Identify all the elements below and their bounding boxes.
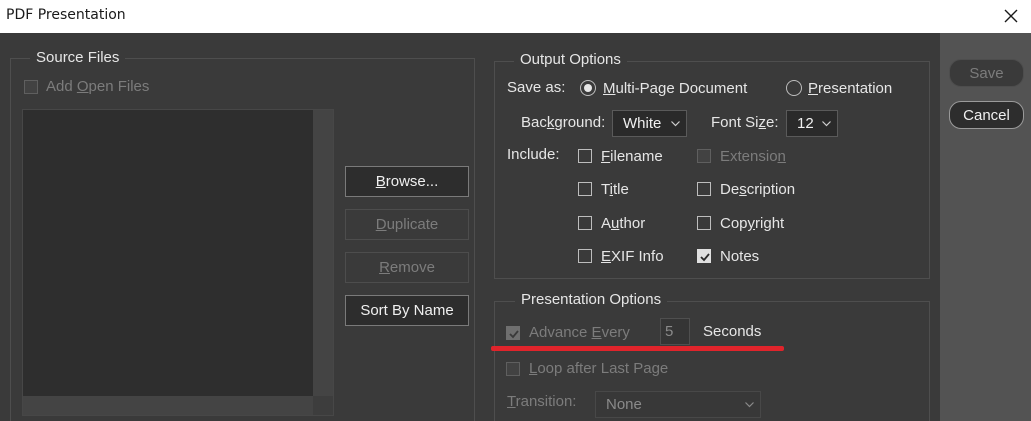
copyright-checkbox[interactable] [697, 216, 711, 230]
list-vertical-scrollbar[interactable] [313, 110, 333, 396]
transition-label: Transition: [507, 393, 577, 410]
description-label[interactable]: Description [720, 181, 795, 198]
close-icon[interactable] [999, 4, 1023, 28]
presentation-radio[interactable] [786, 80, 802, 96]
save-button[interactable]: Save [949, 59, 1024, 87]
background-value: White [623, 115, 662, 132]
output-options-legend: Output Options [514, 51, 627, 68]
title-label[interactable]: Title [601, 181, 629, 198]
exif-info-checkbox[interactable] [578, 249, 592, 263]
list-scroll-corner [313, 396, 333, 415]
notes-checkbox[interactable] [697, 249, 711, 263]
save-as-label: Save as: [507, 79, 566, 96]
extension-label[interactable]: Extension [720, 148, 786, 165]
add-open-files-checkbox[interactable] [24, 80, 38, 94]
duplicate-button[interactable]: Duplicate [345, 209, 469, 240]
chevron-down-icon [745, 402, 754, 408]
author-checkbox[interactable] [578, 216, 592, 230]
filename-label[interactable]: Filename [601, 148, 663, 165]
advance-seconds-field[interactable]: 5 [660, 318, 690, 345]
title-bar: PDF Presentation [0, 0, 1031, 33]
source-files-legend: Source Files [30, 49, 126, 66]
browse-button[interactable]: Browse... [345, 166, 469, 197]
background-label: Background: [521, 114, 606, 131]
transition-select[interactable]: None [595, 391, 761, 418]
seconds-label: Seconds [703, 323, 762, 340]
cancel-button[interactable]: Cancel [949, 101, 1024, 129]
advance-every-checkbox[interactable] [506, 326, 520, 340]
add-open-files-label[interactable]: Add Open Files [46, 78, 149, 95]
multi-page-label[interactable]: Multi-Page Document [603, 80, 747, 97]
list-horizontal-scrollbar[interactable] [23, 396, 313, 415]
chevron-down-icon [671, 121, 680, 127]
remove-button[interactable]: Remove [345, 252, 469, 283]
font-size-value: 12 [797, 115, 814, 132]
filename-checkbox[interactable] [578, 149, 592, 163]
font-size-label: Font Size: [711, 114, 779, 131]
font-size-select[interactable]: 12 [786, 110, 838, 137]
advance-every-label[interactable]: Advance Every [529, 324, 630, 341]
checkmark-icon [509, 330, 519, 339]
transition-value: None [606, 396, 642, 413]
background-select[interactable]: White [612, 110, 687, 137]
sort-by-name-button[interactable]: Sort By Name [345, 295, 469, 326]
multi-page-radio[interactable] [580, 80, 596, 96]
annotation-underline [491, 346, 784, 351]
title-checkbox[interactable] [578, 182, 592, 196]
presentation-options-legend: Presentation Options [515, 291, 668, 308]
window-title: PDF Presentation [6, 7, 126, 23]
chevron-down-icon [822, 121, 831, 127]
checkmark-icon [700, 253, 710, 262]
include-label: Include: [507, 146, 560, 163]
loop-label[interactable]: Loop after Last Page [529, 360, 668, 377]
notes-label[interactable]: Notes [720, 248, 759, 265]
exif-info-label[interactable]: EXIF Info [601, 248, 664, 265]
description-checkbox[interactable] [697, 182, 711, 196]
source-files-list[interactable] [22, 109, 334, 416]
presentation-label[interactable]: Presentation [808, 80, 892, 97]
copyright-label[interactable]: Copyright [720, 215, 784, 232]
author-label[interactable]: Author [601, 215, 645, 232]
loop-checkbox[interactable] [506, 362, 520, 376]
extension-checkbox[interactable] [697, 149, 711, 163]
